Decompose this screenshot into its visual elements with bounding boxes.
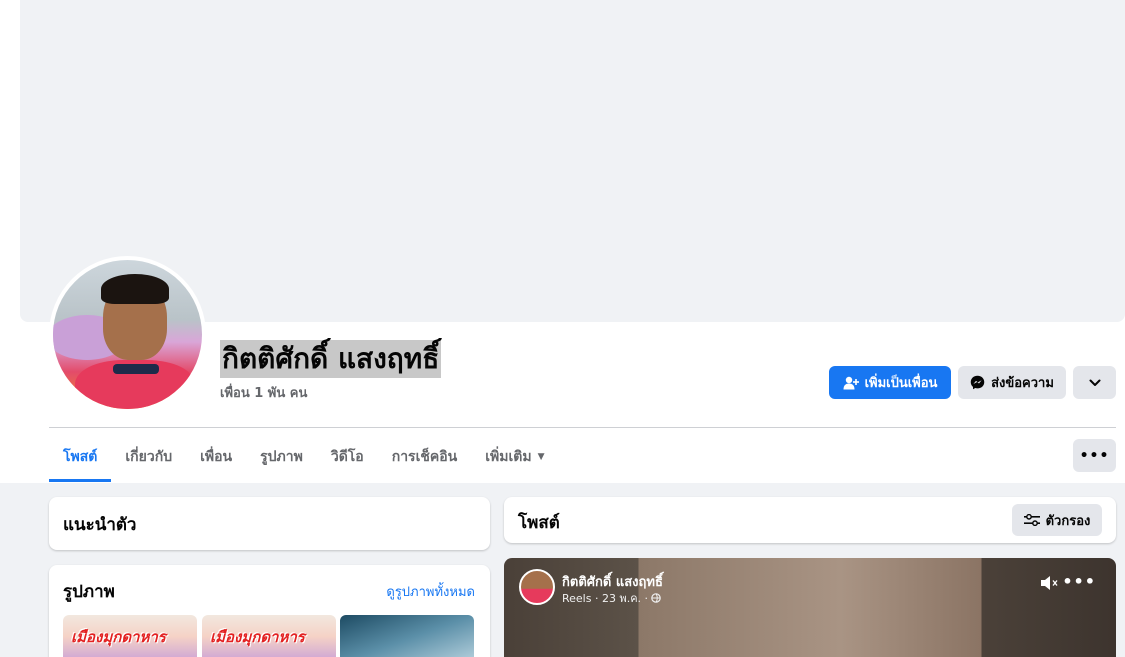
message-label: ส่งข้อความ xyxy=(991,376,1054,391)
chevron-down-icon xyxy=(1089,379,1100,386)
posts-header-card: โพสต์ ตัวกรอง xyxy=(504,497,1116,543)
reel-meta-text: Reels · 23 พ.ค. · xyxy=(562,592,649,605)
intro-title: แนะนำตัว xyxy=(63,515,137,535)
avatar-image xyxy=(53,260,202,409)
filter-button[interactable]: ตัวกรอง xyxy=(1012,504,1102,536)
mute-button[interactable] xyxy=(1040,575,1060,595)
header-divider xyxy=(49,427,1116,428)
reel-post[interactable]: กิตติศักดิ์ แสงฤทธิ์ Reels · 23 พ.ค. · •… xyxy=(504,558,1116,657)
filter-icon xyxy=(1023,514,1040,526)
photo-thumbnail[interactable]: เมืองมุกดาหาร xyxy=(202,615,336,657)
add-friend-button[interactable]: เพิ่มเป็นเพื่อน xyxy=(829,366,951,399)
posts-title: โพสต์ xyxy=(518,513,560,533)
tab-more[interactable]: เพิ่มเติม ▼ xyxy=(471,432,558,482)
tab-about[interactable]: เกี่ยวกับ xyxy=(111,432,186,482)
tab-photos[interactable]: รูปภาพ xyxy=(246,432,317,482)
profile-name: กิตติศักดิ์ แสงฤทธิ์ xyxy=(220,340,442,378)
profile-tabs: โพสต์ เกี่ยวกับ เพื่อน รูปภาพ วิดีโอ การ… xyxy=(49,432,559,482)
photos-title[interactable]: รูปภาพ xyxy=(63,578,115,605)
speaker-muted-icon xyxy=(1041,576,1058,590)
filter-label: ตัวกรอง xyxy=(1045,513,1091,529)
cover-photo[interactable] xyxy=(20,0,1125,322)
messenger-icon xyxy=(970,375,985,390)
thumb-banner: เมืองมุกดาหาร xyxy=(71,628,166,646)
more-horizontal-icon: ••• xyxy=(1079,447,1110,464)
tab-videos[interactable]: วิดีโอ xyxy=(317,432,378,482)
tab-friends[interactable]: เพื่อน xyxy=(186,432,246,482)
thumb-banner: เมืองมุกดาหาร xyxy=(210,628,305,646)
photos-card: รูปภาพ ดูรูปภาพทั้งหมด เมืองมุกดาหาร เมื… xyxy=(49,565,490,657)
intro-card: แนะนำตัว xyxy=(49,497,490,550)
see-all-photos-link[interactable]: ดูรูปภาพทั้งหมด xyxy=(386,581,475,602)
tab-posts[interactable]: โพสต์ xyxy=(49,432,112,482)
reel-options-button[interactable]: ••• xyxy=(1062,572,1096,591)
tabs-more-options-button[interactable]: ••• xyxy=(1073,439,1116,472)
caret-down-icon: ▼ xyxy=(537,452,545,462)
profile-options-button[interactable] xyxy=(1073,366,1116,399)
globe-icon xyxy=(651,593,661,603)
profile-header: กิตติศักดิ์ แสงฤทธิ์ เพื่อน 1 พัน คน เพิ… xyxy=(0,0,1125,483)
message-button[interactable]: ส่งข้อความ xyxy=(958,366,1066,399)
more-horizontal-icon: ••• xyxy=(1062,572,1096,591)
profile-avatar[interactable] xyxy=(49,256,206,413)
photo-thumbnail[interactable] xyxy=(340,615,474,657)
tab-checkins[interactable]: การเช็คอิน xyxy=(378,432,472,482)
photo-thumbnail[interactable]: เมืองมุกดาหาร xyxy=(63,615,197,657)
friend-count[interactable]: เพื่อน 1 พัน คน xyxy=(220,382,307,403)
reel-meta: Reels · 23 พ.ค. · xyxy=(562,589,661,607)
add-friend-label: เพิ่มเป็นเพื่อน xyxy=(864,376,938,391)
add-friend-icon xyxy=(843,376,859,389)
reel-author-avatar[interactable] xyxy=(519,569,555,605)
